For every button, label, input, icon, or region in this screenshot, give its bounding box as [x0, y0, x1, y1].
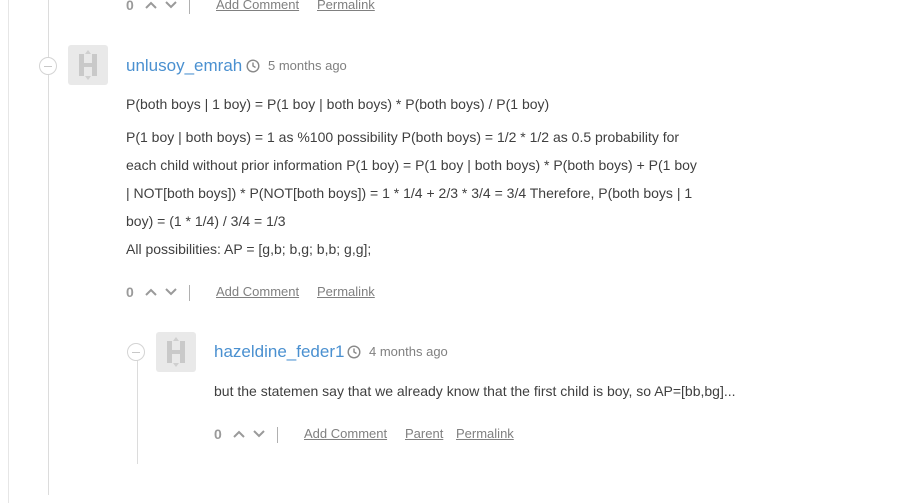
clock-icon — [246, 59, 260, 73]
permalink-link[interactable]: Permalink — [317, 284, 375, 299]
chevron-down-icon[interactable] — [164, 0, 178, 10]
vote-count: 0 — [214, 426, 222, 442]
permalink-link[interactable]: Permalink — [317, 0, 375, 12]
chevron-up-icon[interactable] — [144, 0, 158, 10]
clock-icon — [347, 345, 361, 359]
page-left-border — [8, 0, 9, 503]
chevron-down-icon[interactable] — [164, 287, 178, 297]
comment-actions: 0 Add Comment Permalink — [126, 284, 406, 304]
collapse-minus-icon[interactable] — [39, 57, 57, 75]
comment-paragraph-line: P(1 boy | both boys) = 1 as %100 possibi… — [126, 129, 680, 145]
letter-h-avatar-icon — [156, 332, 196, 372]
comment-paragraph: All possibilities: AP = [g,b; b,g; b,b; … — [126, 241, 372, 257]
comment-paragraph-line: | NOT[both boys]) * P(NOT[both boys]) = … — [126, 185, 693, 201]
add-comment-link[interactable]: Add Comment — [216, 284, 299, 299]
collapse-minus-icon[interactable] — [127, 343, 145, 361]
comment-author-link[interactable]: hazeldine_feder1 — [214, 342, 344, 362]
permalink-link[interactable]: Permalink — [456, 426, 514, 441]
actions-divider — [277, 427, 278, 443]
vote-count: 0 — [126, 284, 134, 300]
comment-paragraph: P(both boys | 1 boy) = P(1 boy | both bo… — [126, 96, 550, 112]
comment-author-link[interactable]: unlusoy_emrah — [126, 56, 242, 76]
comment-paragraph: but the statemen say that we already kno… — [214, 383, 736, 399]
comment-timestamp: 5 months ago — [268, 58, 347, 73]
actions-divider — [189, 285, 190, 301]
chevron-down-icon[interactable] — [252, 429, 266, 439]
chevron-up-icon[interactable] — [144, 287, 158, 297]
parent-link[interactable]: Parent — [405, 426, 443, 441]
letter-h-avatar-icon — [68, 45, 108, 85]
top-comment-actions: 0 Add Comment Permalink — [126, 0, 406, 17]
add-comment-link[interactable]: Add Comment — [304, 426, 387, 441]
add-comment-link[interactable]: Add Comment — [216, 0, 299, 12]
comment-timestamp: 4 months ago — [369, 344, 448, 359]
actions-divider — [189, 0, 190, 14]
comment-paragraph-line: boy) = (1 * 1/4) / 3/4 = 1/3 — [126, 213, 286, 229]
reply-thread-line — [137, 360, 138, 464]
comment-paragraph-line: each child without prior information P(1… — [126, 157, 697, 173]
comment-actions: 0 Add Comment Parent Permalink — [214, 426, 544, 446]
vote-count: 0 — [126, 0, 134, 13]
chevron-up-icon[interactable] — [232, 429, 246, 439]
